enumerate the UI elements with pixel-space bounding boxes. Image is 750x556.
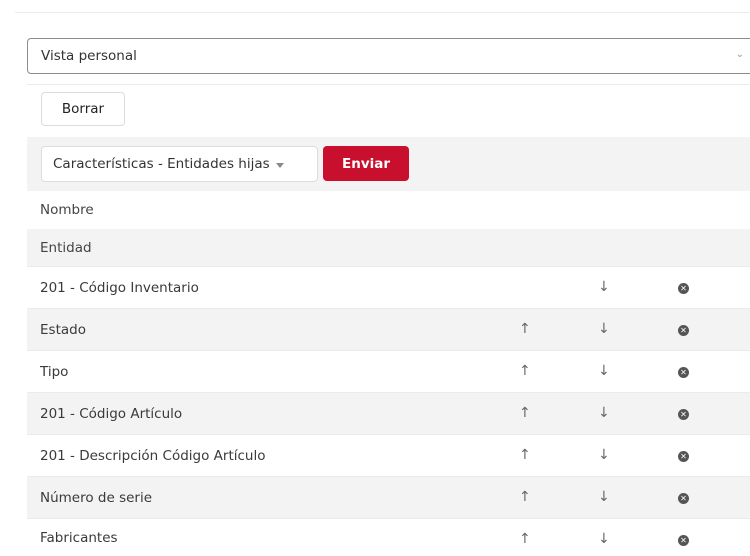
- caret-down-icon: [275, 162, 284, 168]
- view-select[interactable]: Vista personal ⌄: [27, 38, 750, 74]
- view-select-value: Vista personal: [41, 48, 137, 64]
- remove-circle-icon[interactable]: ✕: [678, 535, 689, 546]
- arrow-down-icon[interactable]: ↓: [598, 321, 610, 337]
- clear-toolbar: Borrar: [27, 84, 750, 136]
- list-item-label: Tipo: [40, 363, 69, 380]
- remove-circle-icon[interactable]: ✕: [678, 493, 689, 504]
- arrow-down-icon[interactable]: ↓: [598, 447, 610, 463]
- arrow-down-icon[interactable]: ↓: [598, 531, 610, 547]
- chevron-down-icon: ⌄: [735, 49, 744, 60]
- list-item: 201 - Código Inventario ↓ ✕: [27, 266, 750, 308]
- remove-circle-icon[interactable]: ✕: [678, 451, 689, 462]
- clear-button[interactable]: Borrar: [41, 92, 125, 126]
- arrow-up-icon[interactable]: ↑: [519, 489, 531, 505]
- list-item-label: Número de serie: [40, 489, 153, 506]
- list-item-label: Fabricantes: [40, 529, 118, 546]
- column-header-nombre: Nombre: [27, 191, 750, 229]
- arrow-up-icon[interactable]: ↑: [519, 447, 531, 463]
- arrow-up-icon[interactable]: ↑: [519, 531, 531, 547]
- arrow-up-icon[interactable]: ↑: [519, 321, 531, 337]
- remove-circle-icon[interactable]: ✕: [678, 367, 689, 378]
- column-header-entidad: Entidad: [27, 229, 750, 266]
- list-item: 201 - Descripción Código Artículo ↑ ↓ ✕: [27, 434, 750, 476]
- page-root: Vista personal ⌄ Borrar Características …: [0, 0, 750, 556]
- remove-circle-icon[interactable]: ✕: [678, 409, 689, 420]
- list-item-label: 201 - Código Inventario: [40, 279, 199, 296]
- list-item: Fabricantes ↑ ↓ ✕: [27, 518, 750, 556]
- entity-type-dropdown[interactable]: Características - Entidades hijas: [41, 146, 318, 182]
- arrow-up-icon[interactable]: ↑: [519, 405, 531, 421]
- top-divider: [15, 12, 750, 13]
- list-item-label: 201 - Descripción Código Artículo: [40, 447, 266, 464]
- list-item-label: Estado: [40, 321, 86, 338]
- header-nombre-label: Nombre: [40, 202, 94, 218]
- arrow-down-icon[interactable]: ↓: [598, 279, 610, 295]
- remove-circle-icon[interactable]: ✕: [678, 283, 689, 294]
- header-entidad-label: Entidad: [40, 239, 92, 256]
- remove-circle-icon[interactable]: ✕: [678, 325, 689, 336]
- list-item: Tipo ↑ ↓ ✕: [27, 350, 750, 392]
- submit-button[interactable]: Enviar: [323, 146, 409, 181]
- list-item-label: 201 - Código Artículo: [40, 405, 183, 422]
- arrow-up-icon[interactable]: ↑: [519, 363, 531, 379]
- entity-type-dropdown-label: Características - Entidades hijas: [53, 156, 270, 172]
- list-item: 201 - Código Artículo ↑ ↓ ✕: [27, 392, 750, 434]
- list-item: Número de serie ↑ ↓ ✕: [27, 476, 750, 518]
- submit-toolbar: Características - Entidades hijas Enviar: [27, 137, 750, 191]
- arrow-down-icon[interactable]: ↓: [598, 363, 610, 379]
- arrow-down-icon[interactable]: ↓: [598, 405, 610, 421]
- list-item: Estado ↑ ↓ ✕: [27, 308, 750, 350]
- arrow-down-icon[interactable]: ↓: [598, 489, 610, 505]
